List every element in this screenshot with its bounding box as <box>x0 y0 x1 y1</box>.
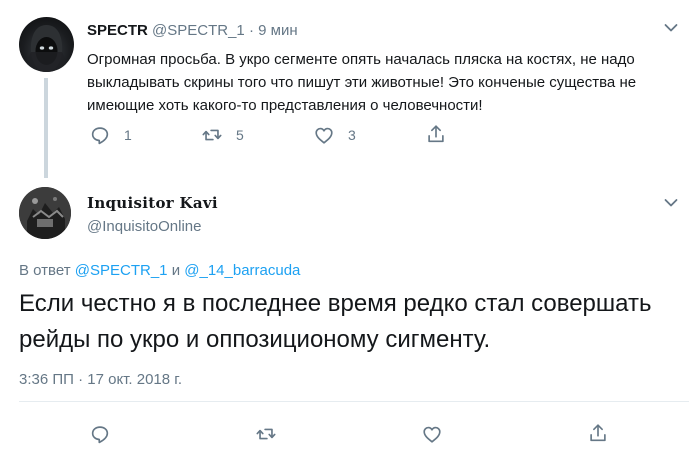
chevron-down-icon[interactable] <box>664 23 678 33</box>
user-handle[interactable]: @InquisitoOnline <box>87 218 201 235</box>
tweet-timestamp[interactable]: 3:36 ПП · 17 окт. 2018 г. <box>19 371 182 388</box>
reply-mention-link[interactable]: @SPECTR_1 <box>75 262 168 279</box>
like-button[interactable]: 3 <box>313 124 356 146</box>
share-button[interactable] <box>425 123 447 145</box>
tweet-header: SPECTR @SPECTR_1 · 9 мин <box>87 22 298 39</box>
reply-button[interactable] <box>89 423 111 445</box>
retweet-button[interactable]: 5 <box>201 124 244 146</box>
share-icon <box>428 125 444 143</box>
like-button[interactable] <box>421 423 443 445</box>
reply-mention-link[interactable]: @_14_barracuda <box>184 262 300 279</box>
tweet-text: Если честно я в последнее время редко ст… <box>19 290 652 353</box>
reply-icon <box>91 127 109 145</box>
like-icon <box>315 127 333 144</box>
tweet-time[interactable]: 9 мин <box>258 22 298 39</box>
reply-count: 1 <box>124 127 132 143</box>
separator-dot: · <box>248 22 254 39</box>
share-icon <box>590 424 606 442</box>
user-handle[interactable]: @SPECTR_1 <box>152 22 245 39</box>
like-icon <box>423 426 441 443</box>
thread-connector-line <box>44 78 48 178</box>
share-button[interactable] <box>587 422 609 444</box>
avatar[interactable] <box>19 187 71 239</box>
retweet-count: 5 <box>236 127 244 143</box>
reply-button[interactable]: 1 <box>89 124 132 146</box>
reply-prefix: В ответ <box>19 262 71 279</box>
display-name[interactable]: SPECTR <box>87 22 148 39</box>
tweet-text: Огромная просьба. В укро сегменте опять … <box>87 51 637 114</box>
chevron-down-icon[interactable] <box>664 198 678 208</box>
reply-icon <box>91 426 109 444</box>
reply-context: В ответ @SPECTR_1 и @_14_barracuda <box>19 262 300 279</box>
retweet-icon <box>256 428 276 440</box>
divider <box>19 401 689 402</box>
display-name[interactable]: Inquisitor Kavi <box>87 194 218 212</box>
avatar[interactable] <box>19 17 74 72</box>
retweet-button[interactable] <box>255 423 277 445</box>
retweet-icon <box>202 129 222 141</box>
reply-and: и <box>171 262 181 279</box>
like-count: 3 <box>348 127 356 143</box>
